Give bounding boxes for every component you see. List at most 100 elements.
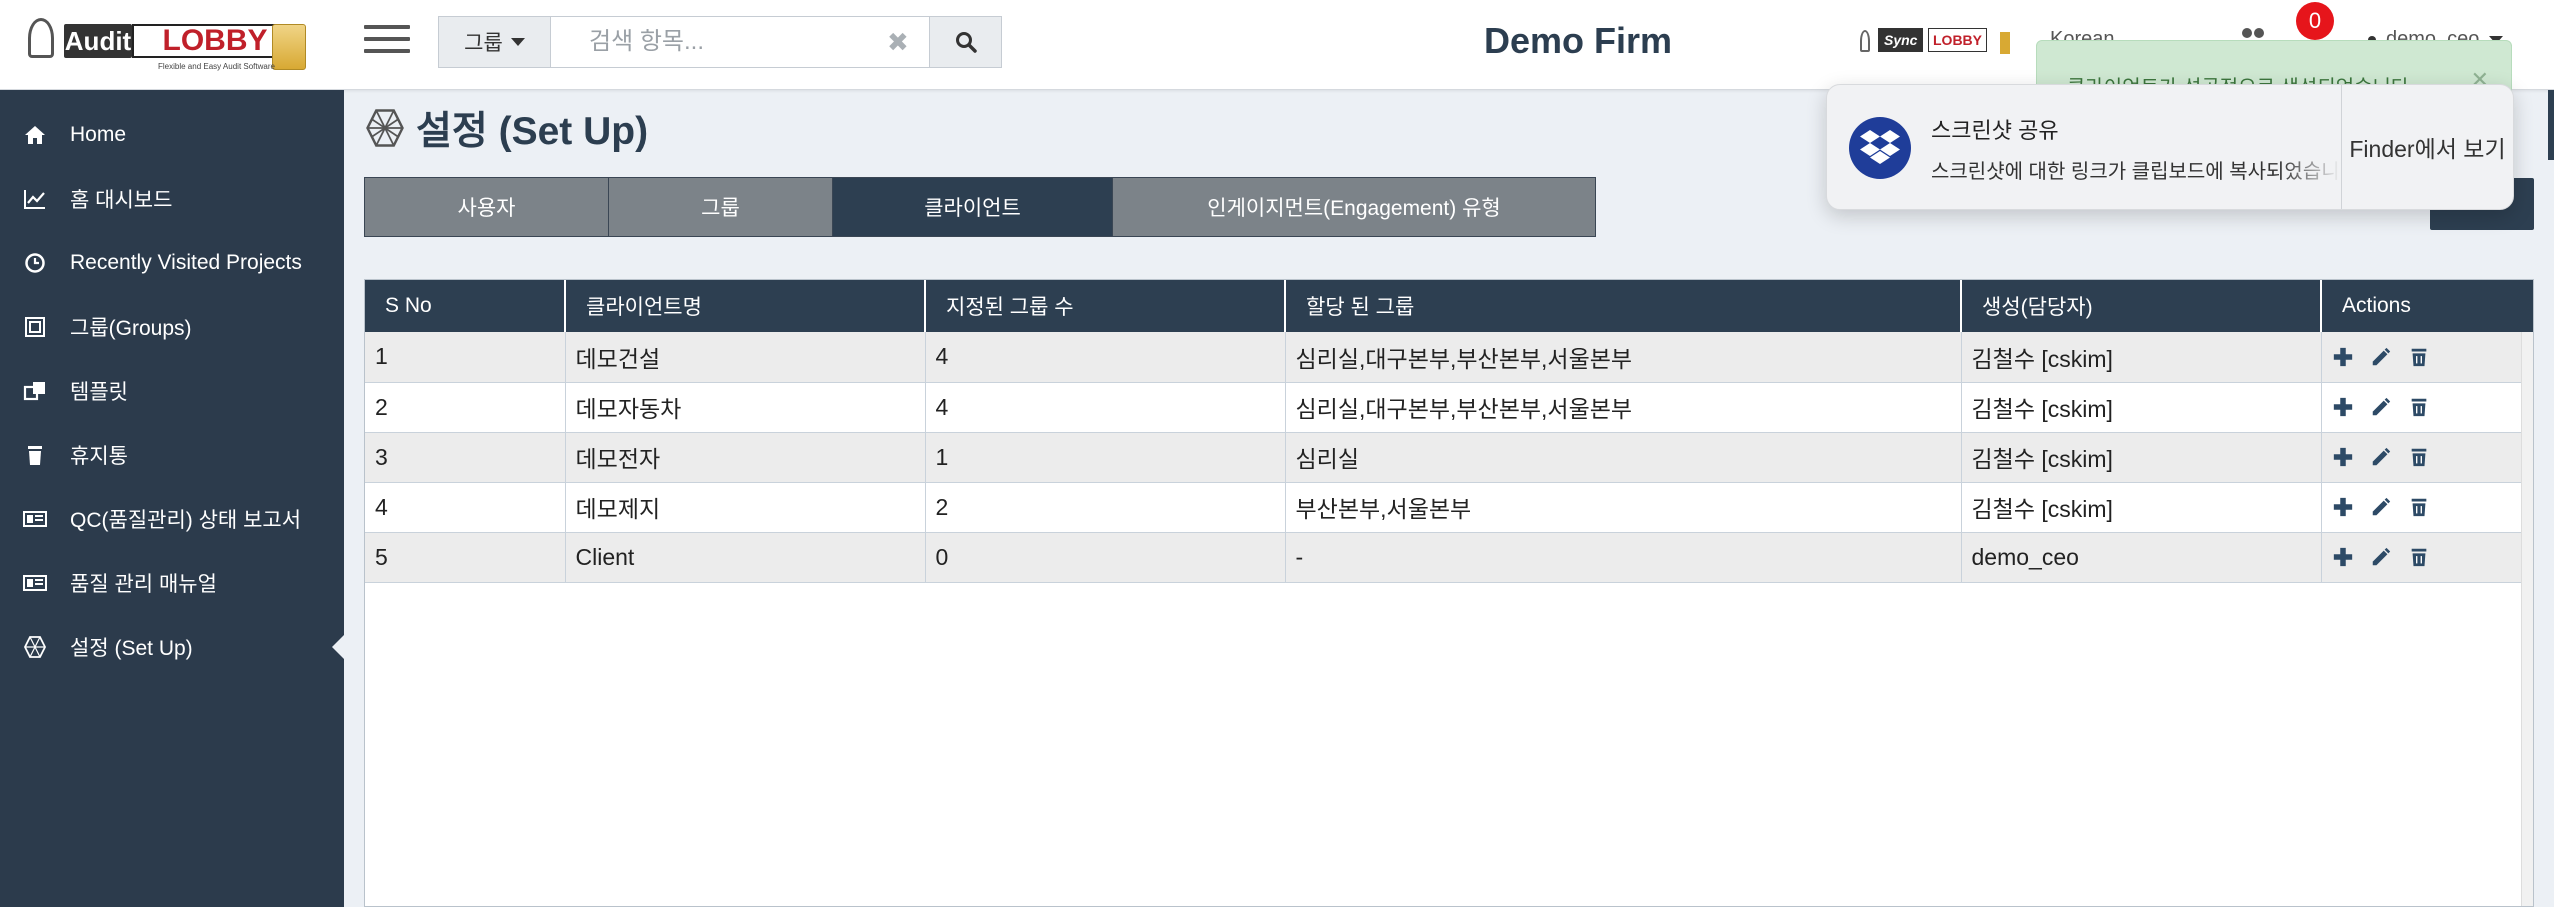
row-assigned-groups: - xyxy=(1285,532,1962,583)
search-category-dropdown[interactable]: 그룹 xyxy=(439,17,551,67)
sync-logo-sync-text: Sync xyxy=(1878,28,1924,52)
delete-icon[interactable] xyxy=(2408,446,2430,468)
table-row[interactable]: 3 데모전자 1 심리실 김철수 [cskim] xyxy=(365,432,2534,483)
sidebar-item-dashboard[interactable]: 홈 대시보드 xyxy=(0,171,344,227)
row-sno: 3 xyxy=(365,432,566,483)
row-client-name: 데모제지 xyxy=(565,482,926,533)
row-actions xyxy=(2321,482,2534,533)
logo-tagline: Flexible and Easy Audit Software xyxy=(158,62,275,71)
row-created-by: 김철수 [cskim] xyxy=(1961,332,2322,383)
logo-audit-text: Audit xyxy=(64,24,132,58)
add-icon[interactable] xyxy=(2332,546,2354,568)
sidebar-item-trash[interactable]: 휴지통 xyxy=(0,427,344,483)
sidebar-item-qc-manual[interactable]: 품질 관리 매뉴얼 xyxy=(0,555,344,611)
sidebar-item-label: 그룹(Groups) xyxy=(70,317,192,340)
column-header-group-count[interactable]: 지정된 그룹 수 xyxy=(925,280,1286,332)
active-indicator xyxy=(332,635,344,659)
edit-icon[interactable] xyxy=(2370,446,2392,468)
dropbox-text: 스크린샷 공유 스크린샷에 대한 링크가 클립보드에 복사되었습니다. xyxy=(1931,85,2341,209)
page-title: 설정 (Set Up) xyxy=(364,100,648,156)
column-header-client-name[interactable]: 클라이언트명 xyxy=(565,280,926,332)
table-row[interactable]: 4 데모제지 2 부산본부,서울본부 김철수 [cskim] xyxy=(365,482,2534,533)
column-header-actions: Actions xyxy=(2321,280,2533,332)
dropbox-title: 스크린샷 공유 xyxy=(1931,118,2059,143)
table-row[interactable]: 1 데모건설 4 심리실,대구본부,부산본부,서울본부 김철수 [cskim] xyxy=(365,332,2534,383)
show-in-finder-button[interactable]: Finder에서 보기 xyxy=(2341,85,2513,209)
sidebar: Home 홈 대시보드 Recently Visited Projects 그룹… xyxy=(0,90,344,907)
dropbox-icon xyxy=(1849,117,1911,179)
sidebar-item-label: 템플릿 xyxy=(70,381,128,404)
notification-badge[interactable]: 0 xyxy=(2296,2,2334,40)
row-actions xyxy=(2321,382,2533,433)
row-group-count: 1 xyxy=(925,432,1286,483)
show-in-finder-label: Finder에서 보기 xyxy=(2349,136,2506,162)
delete-icon[interactable] xyxy=(2408,546,2430,568)
table-scrollbar[interactable] xyxy=(2521,332,2533,906)
edit-icon[interactable] xyxy=(2370,496,2392,518)
sidebar-item-home[interactable]: Home xyxy=(0,107,344,163)
row-created-by: demo_ceo xyxy=(1961,532,2322,583)
row-group-count: 4 xyxy=(925,332,1286,383)
action-icons xyxy=(2332,546,2534,568)
tab-label: 사용자 xyxy=(457,197,516,220)
tab-label: 클라이언트 xyxy=(924,197,1021,220)
setup-icon xyxy=(0,635,70,659)
edit-icon[interactable] xyxy=(2370,396,2392,418)
firm-name: Demo Firm xyxy=(1484,20,1673,61)
dropbox-body: 스크린샷에 대한 링크가 클립보드에 복사되었습니다. xyxy=(1931,161,2341,183)
add-icon[interactable] xyxy=(2332,446,2354,468)
folder-icon xyxy=(2000,32,2010,54)
table-row[interactable]: 2 데모자동차 4 심리실,대구본부,부산본부,서울본부 김철수 [cskim] xyxy=(365,382,2533,433)
tab-users[interactable]: 사용자 xyxy=(365,178,609,236)
edit-icon[interactable] xyxy=(2370,346,2392,368)
sidebar-item-qc-report[interactable]: QC(품질관리) 상태 보고서 xyxy=(0,491,344,547)
add-icon[interactable] xyxy=(2332,396,2354,418)
row-sno: 1 xyxy=(365,332,566,383)
delete-icon[interactable] xyxy=(2408,496,2430,518)
row-client-name: Client xyxy=(565,532,926,583)
tab-label: 그룹 xyxy=(701,197,740,220)
row-actions xyxy=(2321,332,2534,383)
dropbox-notification[interactable]: 스크린샷 공유 스크린샷에 대한 링크가 클립보드에 복사되었습니다. Find… xyxy=(1826,84,2514,210)
row-group-count: 0 xyxy=(925,532,1286,583)
audit-lobby-logo[interactable]: Audit LOBBY Flexible and Easy Audit Soft… xyxy=(28,14,318,76)
sidebar-item-label: QC(품질관리) 상태 보고서 xyxy=(70,509,302,532)
add-icon[interactable] xyxy=(2332,346,2354,368)
setup-icon xyxy=(366,109,404,147)
tab-engagement-types[interactable]: 인게이지먼트(Engagement) 유형 xyxy=(1113,178,1595,236)
row-assigned-groups: 심리실,대구본부,부산본부,서울본부 xyxy=(1285,382,1962,433)
column-header-sno[interactable]: S No xyxy=(365,280,566,332)
column-header-created-by[interactable]: 생성(담당자) xyxy=(1961,280,2322,332)
edit-icon[interactable] xyxy=(2370,546,2392,568)
tab-groups[interactable]: 그룹 xyxy=(609,178,833,236)
sync-lobby-logo[interactable]: Sync LOBBY xyxy=(1860,26,2010,56)
sidebar-item-label: 휴지통 xyxy=(70,445,128,468)
column-header-assigned-groups[interactable]: 할당 된 그룹 xyxy=(1285,280,1962,332)
delete-icon[interactable] xyxy=(2408,396,2430,418)
sidebar-item-recent-projects[interactable]: Recently Visited Projects xyxy=(0,235,344,291)
sidebar-item-templates[interactable]: 템플릿 xyxy=(0,363,344,419)
tab-clients[interactable]: 클라이언트 xyxy=(833,178,1113,236)
chart-icon xyxy=(0,187,70,211)
add-icon[interactable] xyxy=(2332,496,2354,518)
search-button[interactable] xyxy=(929,17,1001,67)
table-row[interactable]: 5 Client 0- demo_ceo xyxy=(365,532,2534,583)
search-input[interactable] xyxy=(551,17,929,67)
clear-search-icon[interactable]: ✖ xyxy=(887,27,909,58)
key-icon xyxy=(28,18,54,58)
action-icons xyxy=(2332,446,2534,468)
row-sno: 2 xyxy=(365,382,566,433)
hamburger-menu-icon[interactable] xyxy=(364,20,410,60)
row-created-by: 김철수 [cskim] xyxy=(1961,382,2322,433)
action-icons xyxy=(2332,346,2534,368)
clients-table: S No 클라이언트명 지정된 그룹 수 할당 된 그룹 생성(담당자) Act… xyxy=(364,279,2534,907)
row-created-by: 김철수 [cskim] xyxy=(1961,432,2322,483)
sidebar-item-groups[interactable]: 그룹(Groups) xyxy=(0,299,344,355)
sidebar-item-label: Home xyxy=(70,123,127,146)
row-actions xyxy=(2321,432,2534,483)
manual-icon xyxy=(0,571,70,595)
action-icons xyxy=(2332,496,2534,518)
sidebar-item-label: 홈 대시보드 xyxy=(70,189,173,212)
delete-icon[interactable] xyxy=(2408,346,2430,368)
sidebar-item-setup[interactable]: 설정 (Set Up) xyxy=(0,619,344,675)
